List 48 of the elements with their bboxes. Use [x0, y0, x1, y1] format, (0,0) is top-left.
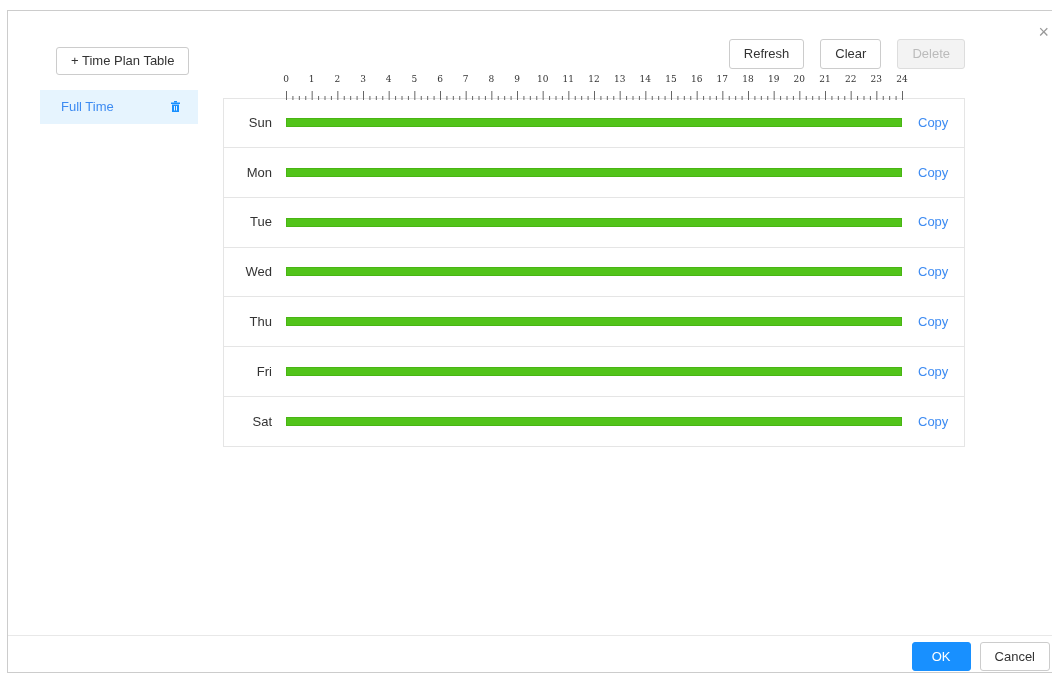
hour-label: 12 — [588, 73, 600, 85]
hour-label: 10 — [536, 73, 549, 85]
hour-label: 21 — [819, 73, 831, 85]
plan-name: Full Time — [61, 97, 114, 116]
day-label: Mon — [245, 163, 272, 182]
close-button[interactable]: × — [1038, 23, 1049, 41]
hour-label: 8 — [488, 73, 495, 85]
copy-link[interactable]: Copy — [918, 162, 949, 183]
copy-link[interactable]: Copy — [918, 262, 949, 282]
copy-link[interactable]: Copy — [918, 113, 949, 133]
copy-link[interactable]: Copy — [918, 212, 949, 232]
hour-label: 2 — [334, 73, 341, 85]
add-time-plan-button[interactable]: + Time Plan Table — [56, 47, 190, 75]
clear-button[interactable]: Clear — [820, 39, 882, 69]
hour-label: 9 — [514, 73, 520, 85]
hour-label: 5 — [411, 73, 418, 85]
day-label: Tue — [249, 213, 272, 232]
day-label: Fri — [255, 362, 272, 381]
hour-label: 6 — [437, 73, 443, 85]
hour-label: 23 — [870, 73, 883, 85]
hour-label: 16 — [690, 73, 703, 85]
hour-label: 20 — [793, 73, 806, 85]
copy-link[interactable]: Copy — [918, 361, 949, 382]
copy-link[interactable]: Copy — [918, 311, 949, 332]
day-label: Sat — [251, 412, 272, 431]
hour-label: 3 — [360, 73, 366, 85]
hour-label: 0 — [283, 73, 289, 85]
plan-list-item[interactable]: Full Time — [40, 89, 198, 124]
trash-icon[interactable] — [171, 101, 180, 112]
day-label: Wed — [244, 263, 272, 282]
cancel-button[interactable]: Cancel — [979, 641, 1050, 671]
hour-label: 18 — [742, 73, 754, 85]
ok-button[interactable]: OK — [911, 641, 971, 671]
hour-label: 24 — [896, 73, 908, 85]
hour-label: 13 — [613, 73, 626, 85]
refresh-button[interactable]: Refresh — [728, 39, 805, 69]
copy-link[interactable]: Copy — [918, 411, 949, 432]
hour-label: 1 — [308, 73, 315, 85]
hour-label: 4 — [385, 73, 392, 85]
day-label: Sun — [247, 114, 272, 133]
hour-label: 17 — [716, 73, 729, 85]
hour-label: 11 — [562, 73, 575, 85]
hour-label: 22 — [844, 73, 857, 85]
hour-label: 7 — [462, 73, 469, 85]
day-label: Thu — [248, 312, 272, 331]
hour-label: 19 — [767, 73, 780, 85]
hour-label: 15 — [665, 73, 677, 85]
hour-label: 14 — [639, 73, 652, 85]
